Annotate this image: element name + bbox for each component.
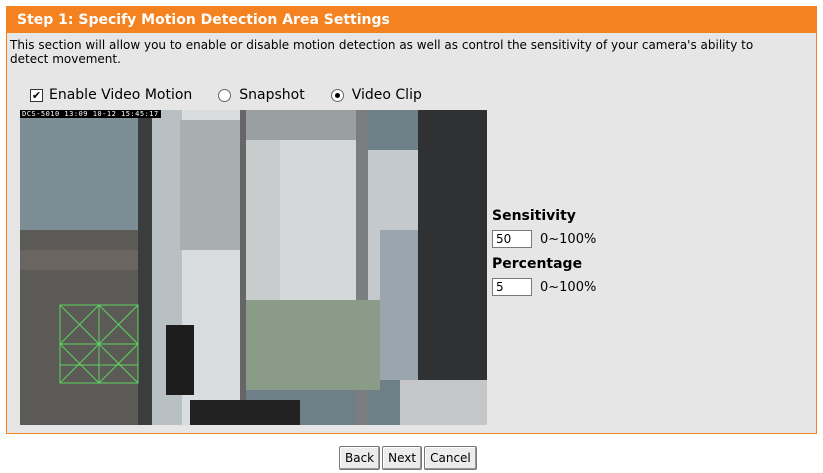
percentage-input[interactable]	[492, 278, 532, 296]
next-button[interactable]: Next	[382, 446, 423, 470]
video-clip-option[interactable]: Video Clip	[330, 87, 422, 103]
snapshot-radio[interactable]	[218, 88, 232, 102]
sensitivity-input[interactable]	[492, 230, 532, 248]
percentage-label: Percentage	[492, 256, 583, 272]
snapshot-label: Snapshot	[239, 87, 305, 103]
detection-options: ✔ Enable Video Motion Snapshot Video Cli…	[30, 86, 448, 104]
panel-title: Step 1: Specify Motion Detection Area Se…	[7, 7, 816, 33]
back-button[interactable]: Back	[339, 446, 381, 470]
enable-video-motion-option[interactable]: ✔ Enable Video Motion	[30, 87, 192, 103]
sensitivity-settings: Sensitivity 0~100% Percentage 0~100%	[492, 208, 596, 304]
enable-video-motion-checkbox[interactable]: ✔	[30, 88, 43, 102]
video-clip-radio[interactable]	[330, 88, 344, 102]
snapshot-option[interactable]: Snapshot	[218, 87, 305, 103]
section-description: This section will allow you to enable or…	[10, 38, 754, 66]
sensitivity-range: 0~100%	[540, 231, 597, 247]
enable-video-motion-label: Enable Video Motion	[49, 87, 193, 103]
navigation-buttons: Back Next Cancel	[339, 446, 477, 470]
camera-scene	[20, 110, 487, 425]
percentage-range: 0~100%	[540, 279, 597, 295]
video-clip-label: Video Clip	[351, 87, 422, 103]
video-timestamp: DCS-5010 13:09 10-12 15:45:17	[20, 110, 161, 118]
cancel-button[interactable]: Cancel	[424, 446, 477, 470]
sensitivity-label: Sensitivity	[492, 208, 576, 224]
camera-video-preview[interactable]: DCS-5010 13:09 10-12 15:45:17	[20, 110, 487, 425]
